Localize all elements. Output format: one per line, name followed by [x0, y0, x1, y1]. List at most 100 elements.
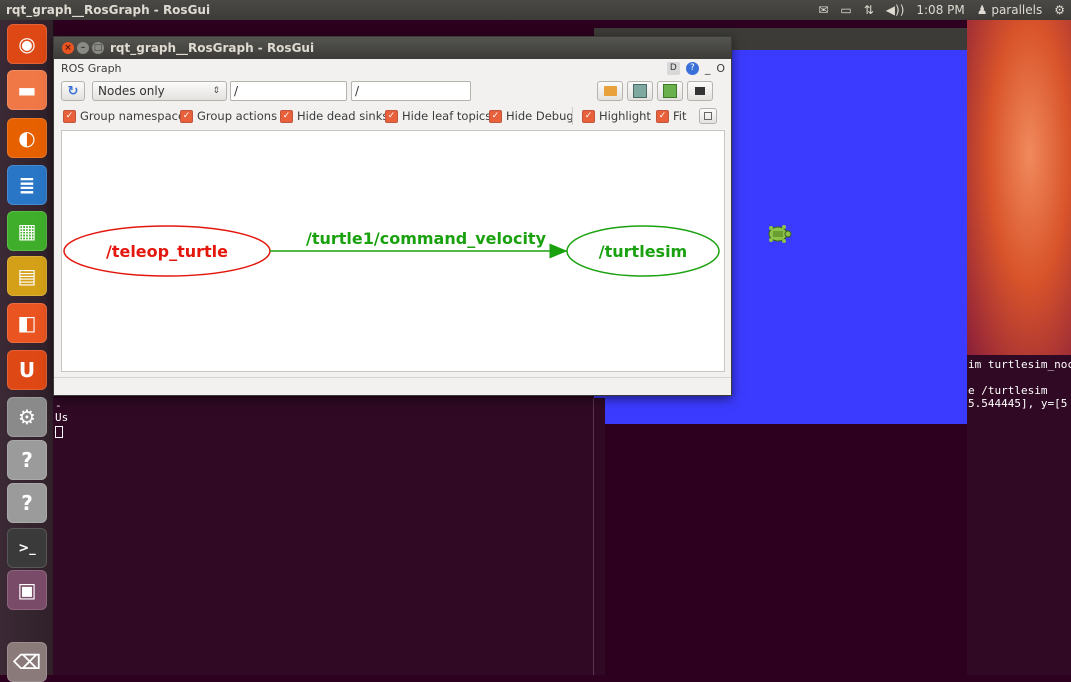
launcher-trash[interactable]: ⌫	[7, 642, 47, 682]
save-image-button[interactable]	[687, 81, 713, 101]
node-turtlesim-label: /turtlesim	[599, 242, 687, 261]
minimize-plugin-icon[interactable]: _	[705, 59, 711, 79]
option-label: Highlight	[599, 109, 651, 123]
active-app-title: rqt_graph__RosGraph - RosGui	[6, 3, 211, 17]
maximize-icon[interactable]: □	[92, 42, 104, 54]
terminal-left[interactable]: - Us	[53, 398, 605, 675]
help-icon[interactable]: ?	[685, 62, 699, 75]
ubuntu-logo-icon: ◉	[18, 32, 36, 56]
option-highlight[interactable]: ✓ Highlight	[582, 109, 651, 123]
mail-icon[interactable]: ✉	[818, 0, 828, 20]
launcher-system-settings[interactable]: ⚙	[7, 397, 47, 437]
battery-icon[interactable]: ▭	[840, 0, 851, 20]
firefox-icon: ◐	[18, 126, 36, 150]
checkbox-icon[interactable]: ✓	[656, 109, 669, 123]
checkbox-icon[interactable]: ✓	[385, 109, 398, 123]
minimize-icon[interactable]: –	[77, 42, 89, 54]
load-dot-button[interactable]	[597, 81, 623, 101]
rosgui-window: × – □ rqt_graph__RosGraph - RosGui ROS G…	[53, 36, 732, 396]
combo-arrow-icon: ⇕	[212, 86, 220, 96]
option-hide-dead-sinks[interactable]: ✓ Hide dead sinks	[280, 109, 388, 123]
plugin-label: ROS Graph	[61, 62, 122, 75]
refresh-button[interactable]: ↻	[61, 81, 85, 101]
checkbox-icon[interactable]: ✓	[180, 109, 193, 123]
launcher-workspace-switcher[interactable]: ▣	[7, 570, 47, 610]
shopping-bag-icon: ◧	[17, 311, 37, 335]
folder-icon: ▬	[17, 78, 37, 102]
save-svg-icon	[663, 84, 677, 98]
launcher-calc[interactable]: ▦	[7, 211, 47, 251]
window-title: rqt_graph__RosGraph - RosGui	[110, 41, 315, 55]
launcher-firefox[interactable]: ◐	[7, 118, 47, 158]
launcher-files[interactable]: ▬	[7, 70, 47, 110]
trash-icon: ⌫	[12, 650, 42, 674]
indicator-area: ✉ ▭ ⇅ ◀)) 1:08 PM ♟ parallels ⚙	[818, 0, 1065, 20]
plugin-header: ROS Graph D ? _ O	[54, 59, 731, 79]
network-icon[interactable]: ⇅	[864, 0, 874, 20]
question-icon: ?	[21, 448, 33, 472]
launcher-writer[interactable]: ≣	[7, 165, 47, 205]
save-dot-button[interactable]	[627, 81, 653, 101]
user-name: parallels	[991, 3, 1043, 17]
fit-view-button[interactable]	[699, 108, 717, 124]
launcher-dash[interactable]: ◉	[7, 24, 47, 64]
option-label: Hide leaf topics	[402, 109, 492, 123]
terminal-icon: >_	[18, 540, 36, 556]
user-menu[interactable]: ♟ parallels	[977, 0, 1043, 20]
launcher-software-center[interactable]: ◧	[7, 303, 47, 343]
top-panel: rqt_graph__RosGraph - RosGui ✉ ▭ ⇅ ◀)) 1…	[0, 0, 1071, 20]
volume-icon[interactable]: ◀))	[886, 0, 905, 20]
fit-icon	[704, 112, 712, 120]
option-hide-leaf-topics[interactable]: ✓ Hide leaf topics	[385, 109, 491, 123]
desktop-wallpaper	[967, 20, 1071, 355]
graph-svg: /teleop_turtle /turtle1/command_velocity…	[63, 225, 720, 277]
terminal-line: e /turtlesim	[968, 384, 1048, 397]
launcher-unknown-1[interactable]: ?	[7, 440, 47, 480]
checkbox-icon[interactable]: ✓	[63, 109, 76, 123]
launcher-ubuntu-one[interactable]: U	[7, 350, 47, 390]
dock-icon[interactable]: D	[666, 62, 680, 75]
document-icon: ≣	[18, 173, 36, 197]
options-bar: ✓ Group namespaces ✓ Group actions ✓ Hide d…	[54, 107, 731, 127]
graph-canvas[interactable]: /teleop_turtle /turtle1/command_velocity…	[61, 130, 725, 372]
terminal-cursor	[55, 426, 63, 438]
refresh-icon: ↻	[67, 83, 79, 99]
checkbox-icon[interactable]: ✓	[582, 109, 595, 123]
rosgui-titlebar[interactable]: × – □ rqt_graph__RosGraph - RosGui	[54, 37, 731, 59]
close-icon[interactable]: ×	[62, 42, 74, 54]
launcher-impress[interactable]: ▤	[7, 256, 47, 296]
gear-icon: ⚙	[18, 405, 36, 429]
terminal-right[interactable]: im turtlesim_noc e /turtlesim 5.544445],…	[967, 355, 1071, 675]
option-hide-debug[interactable]: ✓ Hide Debug	[489, 109, 574, 123]
save-dot-icon	[633, 84, 647, 98]
edge-label: /turtle1/command_velocity	[306, 229, 547, 248]
launcher-unknown-2[interactable]: ?	[7, 483, 47, 523]
option-group-namespaces[interactable]: ✓ Group namespaces	[63, 109, 191, 123]
graph-type-combo[interactable]: Nodes only ⇕	[92, 81, 227, 101]
checkbox-icon[interactable]: ✓	[489, 109, 502, 123]
save-svg-button[interactable]	[657, 81, 683, 101]
launcher-terminal[interactable]: >_	[7, 528, 47, 568]
user-icon: ♟	[976, 3, 988, 17]
launcher: ◉ ▬ ◐ ≣ ▦ ▤ ◧ U ⚙?? >_ ▣ ⌫	[0, 20, 54, 682]
clock[interactable]: 1:08 PM	[916, 0, 964, 20]
options-plugin-icon[interactable]: O	[716, 59, 725, 79]
toolbar: ↻ Nodes only ⇕ / /	[54, 81, 731, 105]
turtle-icon	[768, 225, 792, 243]
workspaces-icon: ▣	[17, 578, 37, 602]
gear-icon[interactable]: ⚙	[1054, 0, 1065, 20]
option-label: Hide dead sinks	[297, 109, 389, 123]
u-icon: U	[18, 358, 36, 382]
topic-filter-input[interactable]: /	[351, 81, 471, 101]
namespace-filter-input[interactable]: /	[230, 81, 347, 101]
save-image-icon	[695, 87, 705, 95]
option-fit[interactable]: ✓ Fit	[656, 109, 686, 123]
terminal-line: im turtlesim_noc	[968, 358, 1071, 371]
option-label: Group actions	[197, 109, 278, 123]
open-folder-icon	[603, 86, 617, 96]
question-icon: ?	[21, 491, 33, 515]
option-group-actions[interactable]: ✓ Group actions	[180, 109, 277, 123]
spreadsheet-icon: ▦	[17, 219, 37, 243]
checkbox-icon[interactable]: ✓	[280, 109, 293, 123]
terminal-line: Us	[55, 411, 69, 424]
